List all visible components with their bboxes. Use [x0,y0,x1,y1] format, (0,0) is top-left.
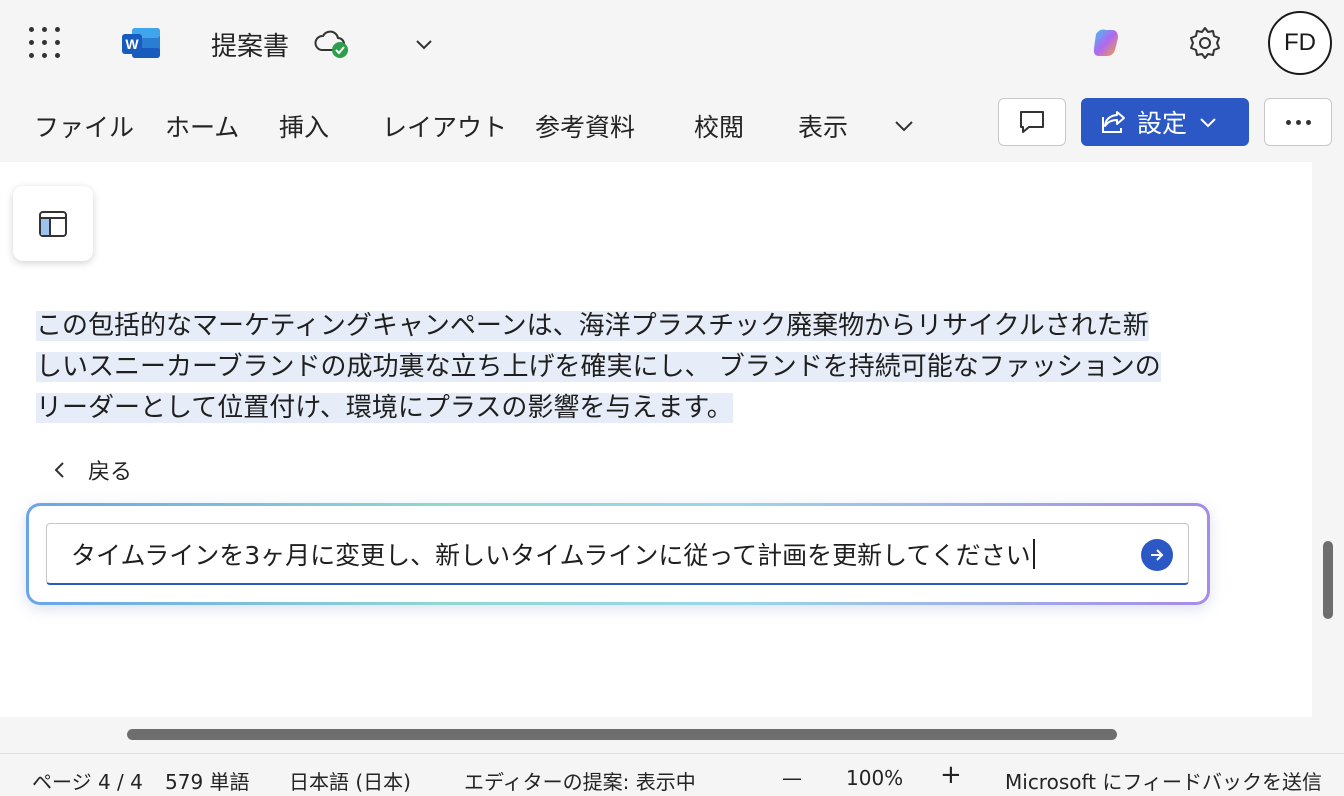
page-count[interactable]: ページ 4 / 4 [32,766,143,795]
settings-label: 設定 [1137,109,1188,138]
user-avatar[interactable]: FD [1268,11,1332,75]
chevron-down-icon[interactable] [412,32,436,56]
arrow-right-icon [1151,549,1164,561]
copilot-icon[interactable] [1088,24,1126,62]
tab-references[interactable]: 参考資料 [535,108,635,144]
zoom-level[interactable]: 100% [846,766,903,790]
navigation-pane-button[interactable] [13,186,93,261]
svg-text:W: W [125,36,139,52]
language-indicator[interactable]: 日本語 (日本) [289,766,411,795]
document-canvas[interactable] [0,162,1312,717]
paragraph-line: リーダーとして位置付け、環境にプラスの影響を与えます。 [36,393,733,423]
vertical-scrollbar[interactable] [1312,162,1344,717]
cloud-saved-icon[interactable] [313,26,351,60]
copilot-prompt-box: タイムラインを3ヶ月に変更し、新しいタイムラインに従って計画を更新してください [26,503,1210,605]
pane-icon [39,210,67,237]
gear-icon[interactable] [1185,23,1225,63]
more-tabs-chevron-icon[interactable] [890,112,918,140]
tab-review[interactable]: 校閲 [694,108,744,144]
settings-share-button[interactable]: 設定 [1081,98,1249,146]
feedback-link[interactable]: Microsoft にフィードバックを送信 [1005,766,1322,795]
tab-insert[interactable]: 挿入 [279,108,329,144]
paragraph-line: この包括的なマーケティングキャンペーンは、海洋プラスチック廃棄物からリサイクルさ… [36,311,1149,341]
more-options-button[interactable] [1264,98,1332,146]
text-caret [1032,538,1035,569]
chevron-left-icon [54,462,64,478]
waffle-icon[interactable] [29,27,60,58]
comment-icon [1020,111,1044,133]
zoom-in-button[interactable]: + [940,760,962,790]
back-button[interactable]: 戻る [48,454,132,486]
ribbon: ファイル ホーム 挿入 レイアウト 参考資料 校閲 表示 設定 [0,86,1344,162]
prompt-text: タイムラインを3ヶ月に変更し、新しいタイムラインに従って計画を更新してください [71,540,1031,570]
back-label: 戻る [88,460,133,485]
vertical-scroll-thumb[interactable] [1323,541,1333,619]
tab-home[interactable]: ホーム [165,108,239,144]
status-bar: ページ 4 / 4 579 単語 日本語 (日本) エディターの提案: 表示中 … [0,753,1344,796]
editor-suggestions[interactable]: エディターの提案: 表示中 [464,766,696,795]
document-title[interactable]: 提案書 [211,26,289,63]
horizontal-scroll-thumb[interactable] [127,729,1117,740]
send-button[interactable] [1141,539,1173,571]
comments-button[interactable] [998,98,1066,146]
tab-view[interactable]: 表示 [798,108,848,144]
word-count[interactable]: 579 単語 [165,766,250,795]
tab-layout[interactable]: レイアウト [382,108,507,144]
title-bar: W 提案書 FD [0,0,1344,86]
chevron-down-icon [1200,118,1216,128]
share-icon [1102,111,1125,133]
selected-paragraph[interactable]: この包括的なマーケティングキャンペーンは、海洋プラスチック廃棄物からリサイクルさ… [36,306,1276,429]
paragraph-line: しいスニーカーブランドの成功裏な立ち上げを確実にし、 ブランドを持続可能なファッ… [36,352,1161,382]
tab-file[interactable]: ファイル [34,108,134,144]
word-logo-icon[interactable]: W [120,26,162,60]
prompt-input[interactable]: タイムラインを3ヶ月に変更し、新しいタイムラインに従って計画を更新してください [46,523,1189,585]
zoom-out-button[interactable]: — [782,766,802,790]
